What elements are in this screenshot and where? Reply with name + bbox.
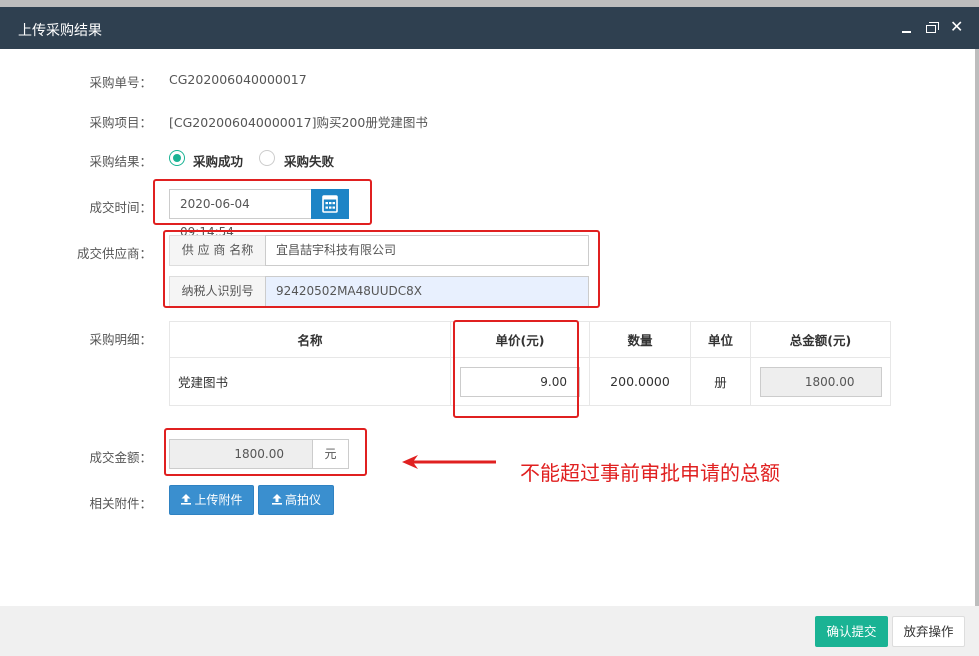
cell-quantity: 200.0000 — [589, 357, 691, 406]
upload-label: 上传附件 — [194, 493, 243, 507]
project-value: [CG202006040000017]购买200册党建图书 — [169, 115, 428, 130]
col-name-header: 名称 — [169, 321, 451, 358]
cell-name: 党建图书 — [169, 357, 451, 406]
scanner-button[interactable]: 高拍仪 — [258, 485, 334, 515]
cancel-operation-button[interactable]: 放弃操作 — [892, 616, 965, 647]
deal-time-label: 成交时间： — [89, 200, 152, 215]
upload-icon — [271, 487, 283, 515]
project-label: 采购项目： — [89, 115, 152, 130]
arrow-icon — [402, 455, 496, 469]
dialog-footer: 确认提交 放弃操作 — [0, 606, 979, 656]
upload-icon — [180, 487, 192, 515]
close-icon: ✕ — [950, 17, 964, 36]
maximize-icon — [926, 25, 936, 33]
upload-attachment-button[interactable]: 上传附件 — [169, 485, 254, 515]
minimize-icon — [902, 31, 911, 33]
cell-unit: 册 — [690, 357, 751, 406]
attachments-label: 相关附件： — [89, 496, 152, 511]
radio-fail[interactable] — [259, 150, 275, 166]
background-strip — [0, 0, 979, 7]
total-input: 1800.00 — [759, 366, 882, 397]
minimize-button[interactable] — [896, 16, 918, 38]
order-no-value: CG202006040000017 — [169, 72, 307, 87]
col-quantity-header: 数量 — [589, 321, 691, 358]
close-button[interactable]: ✕ — [945, 16, 967, 38]
dialog-body: 采购单号： CG202006040000017 采购项目： [CG2020060… — [0, 49, 979, 606]
supplier-label: 成交供应商： — [76, 246, 152, 261]
dialog-title: 上传采购结果 — [18, 23, 102, 39]
highlight-deal-time — [153, 179, 372, 225]
radio-fail-label[interactable]: 采购失败 — [284, 151, 334, 170]
confirm-submit-button[interactable]: 确认提交 — [815, 616, 888, 647]
amount-label: 成交金额： — [89, 450, 152, 465]
result-label: 采购结果： — [89, 154, 152, 169]
scanner-label: 高拍仪 — [284, 493, 321, 507]
radio-success[interactable] — [169, 150, 185, 166]
dialog-titlebar: 上传采购结果 ✕ — [0, 7, 979, 49]
highlight-supplier — [163, 230, 600, 308]
col-unit-header: 单位 — [690, 321, 751, 358]
radio-success-label[interactable]: 采购成功 — [193, 151, 243, 170]
detail-label: 采购明细： — [89, 332, 152, 347]
annotation-text: 不能超过事前审批申请的总额 — [520, 461, 780, 485]
order-no-label: 采购单号： — [89, 75, 152, 90]
col-total-header: 总金额(元) — [750, 321, 891, 358]
maximize-button[interactable] — [921, 16, 943, 38]
highlight-amount — [164, 428, 367, 476]
cell-total: 1800.00 — [750, 357, 891, 406]
highlight-unit-price — [453, 320, 579, 418]
